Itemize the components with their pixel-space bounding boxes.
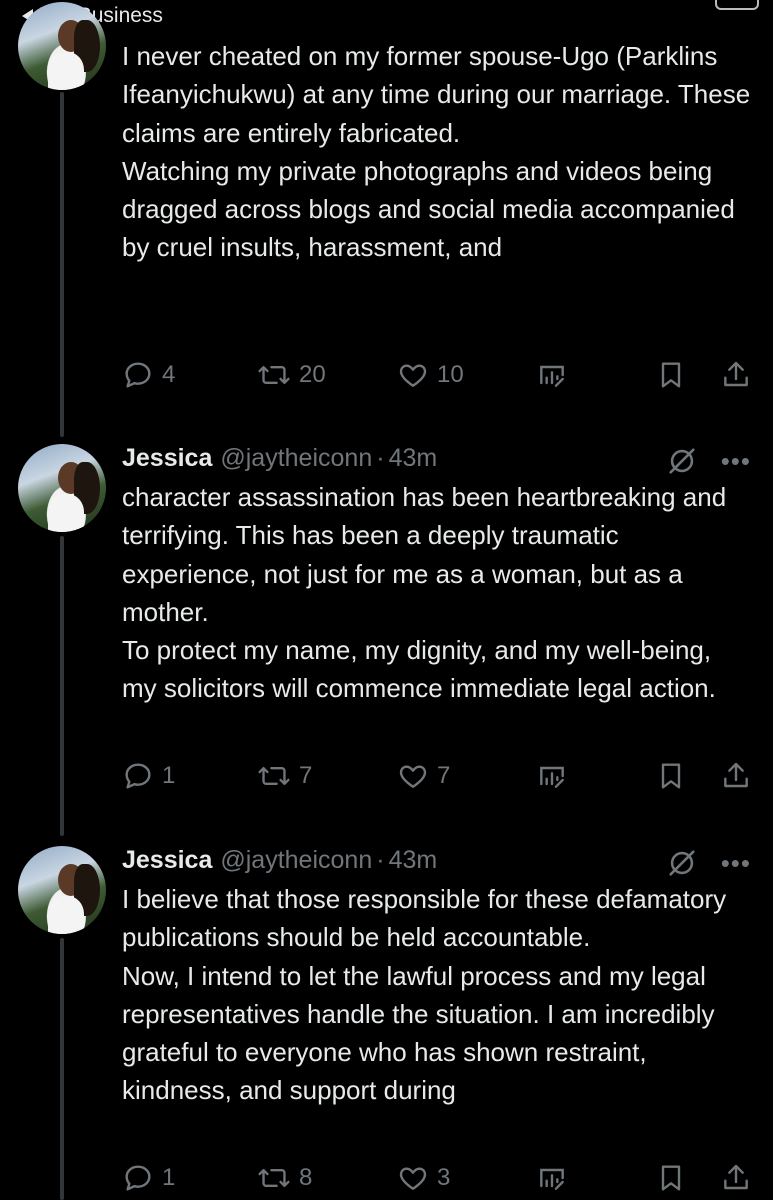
share-button[interactable] (720, 760, 752, 792)
tweet-text: I believe that those responsible for the… (122, 880, 752, 1110)
views-button[interactable] (535, 1162, 569, 1194)
tweet-text: character assassination has been heartbr… (122, 478, 752, 708)
heart-icon (399, 364, 427, 387)
tweet-paragraph: I never cheated on my former spouse-Ugo … (122, 41, 751, 148)
author-name[interactable]: Jessica (122, 846, 212, 874)
like-button[interactable]: 3 (397, 1162, 450, 1194)
tweet[interactable]: Jessica @jaytheiconn · 43m ••• character as… (0, 440, 773, 830)
reply-button[interactable]: 1 (122, 1162, 175, 1194)
bookmark-icon (661, 763, 681, 789)
views-icon (540, 766, 564, 788)
avatar-body (48, 896, 84, 934)
tweet-paragraph: Watching my private photographs and vide… (122, 155, 735, 263)
views-button[interactable] (535, 760, 569, 792)
avatar[interactable] (18, 2, 106, 90)
views-icon (540, 365, 564, 387)
tweet-thread-page: WA Business I never cheated on my former… (0, 0, 773, 1200)
tweet[interactable]: I never cheated on my former spouse-Ugo … (0, 0, 773, 430)
author-handle[interactable]: @jaytheiconn (220, 444, 372, 472)
reply-icon (125, 763, 151, 789)
reply-count: 1 (162, 762, 176, 789)
grok-icon[interactable] (665, 846, 699, 880)
tweet-text: I never cheated on my former spouse-Ugo … (122, 37, 752, 267)
separator-dot: · (376, 846, 385, 874)
tweet-time[interactable]: 43m (389, 444, 438, 472)
repost-count: 7 (299, 762, 313, 789)
more-icon[interactable]: ••• (721, 850, 751, 876)
bookmark-button[interactable] (655, 760, 687, 792)
tweet-header-icons: ••• (665, 846, 751, 880)
repost-count: 20 (299, 361, 326, 388)
tweet-header-icons: ••• (665, 444, 751, 478)
heart-icon (399, 765, 427, 788)
avatar[interactable] (18, 846, 106, 934)
repost-count: 8 (299, 1164, 313, 1191)
repost-icon (258, 766, 290, 786)
tweet-paragraph: To protect my name, my dignity, and my w… (122, 635, 716, 704)
bookmark-button[interactable] (655, 1162, 687, 1194)
tweet[interactable]: Jessica @jaytheiconn · 43m ••• I believe th… (0, 842, 773, 1200)
tweet-actions: 1 7 7 (122, 760, 762, 796)
reply-count: 4 (162, 361, 176, 388)
share-icon (724, 361, 748, 387)
separator-dot: · (376, 444, 385, 472)
bookmark-icon (661, 1165, 681, 1191)
reply-icon (125, 1165, 151, 1191)
author-name[interactable]: Jessica (122, 444, 212, 472)
avatar-body (48, 494, 84, 532)
tweet-time[interactable]: 43m (389, 846, 438, 874)
like-count: 3 (437, 1164, 451, 1191)
like-count: 10 (437, 361, 464, 388)
avatar[interactable] (18, 444, 106, 532)
tweet-paragraph: I believe that those responsible for the… (122, 884, 727, 953)
reply-icon (125, 362, 151, 388)
reply-button[interactable]: 1 (122, 760, 175, 792)
reply-count: 1 (162, 1164, 176, 1191)
repost-button[interactable]: 20 (257, 359, 326, 391)
author-handle[interactable]: @jaytheiconn (220, 846, 372, 874)
repost-icon (258, 365, 290, 385)
reply-button[interactable]: 4 (122, 359, 175, 391)
repost-button[interactable]: 7 (257, 760, 312, 792)
grok-icon[interactable] (665, 444, 699, 478)
like-count: 7 (437, 762, 451, 789)
avatar-body (48, 52, 84, 90)
repost-button[interactable]: 8 (257, 1162, 312, 1194)
like-button[interactable]: 10 (397, 359, 464, 391)
tweet-paragraph: Now, I intend to let the lawful process … (122, 960, 715, 1106)
share-icon (724, 762, 748, 788)
heart-icon (399, 1167, 427, 1190)
views-icon (540, 1168, 564, 1190)
share-icon (724, 1164, 748, 1190)
tweet-header: Jessica @jaytheiconn · 43m (122, 845, 437, 875)
tweet-actions: 1 8 3 (122, 1162, 762, 1198)
more-icon[interactable]: ••• (721, 448, 751, 474)
tweet-paragraph: character assassination has been heartbr… (122, 482, 727, 627)
tweet-header: Jessica @jaytheiconn · 43m (122, 443, 437, 473)
repost-icon (258, 1168, 290, 1188)
bookmark-button[interactable] (655, 359, 687, 391)
like-button[interactable]: 7 (397, 760, 450, 792)
share-button[interactable] (720, 359, 752, 391)
bookmark-icon (661, 362, 681, 388)
views-button[interactable] (535, 359, 569, 391)
share-button[interactable] (720, 1162, 752, 1194)
tweet-actions: 4 20 10 (122, 359, 762, 395)
